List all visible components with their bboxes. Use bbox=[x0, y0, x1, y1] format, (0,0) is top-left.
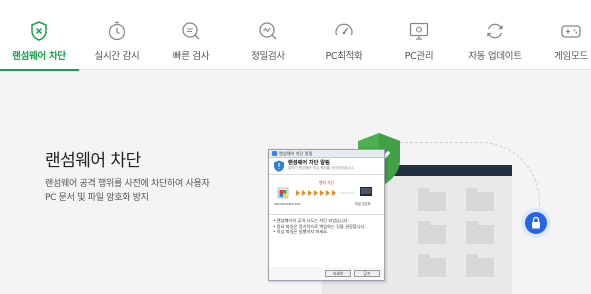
feature-description: 랜섬웨어 공격 행위를 사전에 차단하여 사용자 PC 문서 및 파일 암호화 … bbox=[45, 177, 245, 205]
feature-nav-bar: 랜섬웨어 차단 실시간 감시 빠른 검사 정밀검사 PC최적화 PC관리 자동 … bbox=[0, 0, 591, 71]
encrypted-file-icon bbox=[360, 187, 372, 196]
arrow-chain-icon bbox=[296, 190, 354, 196]
ransomware-alert-dialog: 랜섬웨어 차단 알림 랜섬웨어 차단 알림 알약이 랜섬웨어 의심 행위를 차단… bbox=[268, 149, 385, 281]
dialog-note: • 의심 파일은 실행하지 마세요. bbox=[273, 229, 329, 234]
nav-item-quick-scan[interactable]: 빠른 검사 bbox=[152, 0, 230, 70]
nav-item-deep-scan[interactable]: 정밀검사 bbox=[229, 0, 307, 70]
dialog-subheading: 알약이 랜섬웨어 의심 행위를 차단하였습니다. bbox=[288, 166, 355, 170]
warning-shield-icon bbox=[274, 160, 284, 172]
folder-icon bbox=[418, 254, 446, 277]
ransomware-illustration: 랜섬웨어 차단 알림 랜섬웨어 차단 알림 알약이 랜섬웨어 의심 행위를 차단… bbox=[260, 120, 591, 294]
nav-label: 자동 업데이트 bbox=[468, 51, 522, 62]
nav-label: 실시간 감시 bbox=[94, 51, 140, 62]
gauge-icon bbox=[335, 23, 353, 36]
stopwatch-icon bbox=[108, 21, 126, 41]
gamepad-icon bbox=[561, 25, 581, 38]
app-icon bbox=[272, 151, 277, 156]
source-name: ransomware.exe bbox=[274, 202, 301, 206]
active-tab-indicator bbox=[0, 69, 79, 71]
nav-item-realtime[interactable]: 실시간 감시 bbox=[78, 0, 156, 70]
nav-label: 정밀검사 bbox=[251, 51, 285, 62]
ransomware-file-icon bbox=[277, 187, 289, 199]
feature-description-line: PC 문서 및 파일 암호화 방지 bbox=[45, 193, 149, 203]
folder-icon bbox=[418, 221, 446, 244]
target-name: 파일 암호화 bbox=[355, 202, 371, 206]
nav-item-optimize[interactable]: PC최적화 bbox=[305, 0, 383, 70]
details-button[interactable]: 자세히 bbox=[325, 270, 351, 277]
dialog-titlebar: 랜섬웨어 차단 알림 bbox=[269, 150, 384, 158]
nav-label: 랜섬웨어 차단 bbox=[12, 51, 66, 62]
folder-icon bbox=[466, 188, 494, 211]
deep-scan-icon bbox=[259, 22, 277, 40]
nav-label: 빠른 검사 bbox=[172, 51, 210, 62]
folder-icon bbox=[466, 254, 494, 277]
nav-item-game-mode[interactable]: 게임모드 bbox=[532, 0, 591, 70]
nav-label: PC최적화 bbox=[325, 51, 363, 62]
folder-icon bbox=[418, 188, 446, 211]
feature-description-line: 랜섬웨어 공격 행위를 사전에 차단하여 사용자 bbox=[45, 179, 210, 189]
dialog-header: 랜섬웨어 차단 알림 알약이 랜섬웨어 의심 행위를 차단하였습니다. bbox=[269, 158, 384, 175]
flow-label: 행위 차단 bbox=[319, 180, 335, 185]
folder-icon bbox=[466, 221, 494, 244]
dialog-window-title: 랜섬웨어 차단 알림 bbox=[279, 150, 313, 156]
nav-label: 게임모드 bbox=[554, 51, 588, 62]
dialog-flow-diagram: 행위 차단 ransomware.exe 파일 암호화 bbox=[269, 175, 384, 215]
shield-x-icon bbox=[31, 21, 47, 41]
lock-icon bbox=[532, 216, 540, 229]
feature-title: 랜섬웨어 차단 bbox=[45, 151, 141, 171]
dialog-body: • 랜섬웨어의 공격 시도는 차단 되었습니다. • 중요 파일은 정기적으로 … bbox=[269, 215, 384, 267]
nav-item-pc-manage[interactable]: PC관리 bbox=[380, 0, 458, 70]
lock-badge bbox=[525, 212, 547, 234]
nav-item-ransomware[interactable]: 랜섬웨어 차단 bbox=[0, 0, 79, 71]
dialog-button-row: 자세히 닫기 bbox=[325, 270, 380, 277]
quick-scan-icon bbox=[182, 22, 200, 40]
monitor-gear-icon bbox=[409, 22, 429, 40]
nav-item-auto-update[interactable]: 자동 업데이트 bbox=[456, 0, 534, 70]
nav-label: PC관리 bbox=[404, 51, 434, 62]
refresh-icon bbox=[487, 23, 503, 39]
close-button[interactable]: 닫기 bbox=[354, 270, 380, 277]
